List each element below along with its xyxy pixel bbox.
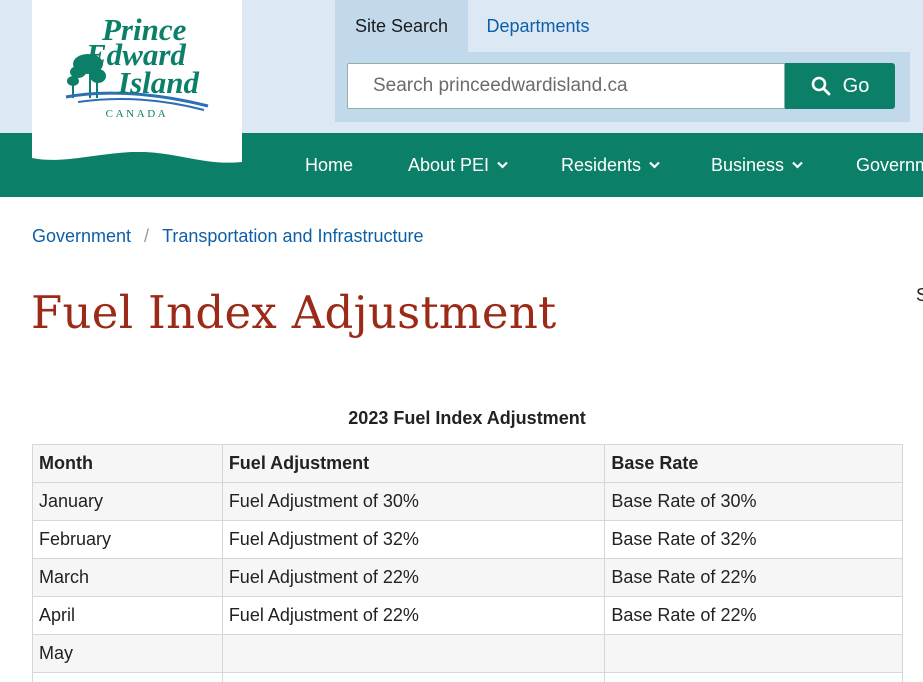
go-button-label: Go xyxy=(842,74,870,97)
column-header-month: Month xyxy=(32,444,223,483)
table-cell-month: May xyxy=(32,634,223,673)
table-row: May xyxy=(32,634,903,673)
page-title: Fuel Index Adjustment xyxy=(31,286,557,339)
tab-site-search[interactable]: Site Search xyxy=(335,0,468,52)
nav-item-business[interactable]: Business xyxy=(711,133,803,197)
logo-line-island: Island xyxy=(117,65,199,100)
table-cell-month: January xyxy=(32,482,223,521)
table-cell-fuel-adjustment: Fuel Adjustment of 22% xyxy=(221,558,606,597)
table-cell-fuel-adjustment: Fuel Adjustment of 30% xyxy=(221,482,606,521)
column-header-fuel-adjustment: Fuel Adjustment xyxy=(221,444,606,483)
fuel-index-table: Month Fuel Adjustment Base Rate January … xyxy=(32,444,903,682)
breadcrumb-link-government[interactable]: Government xyxy=(32,226,131,247)
table-cell-month: April xyxy=(32,596,223,635)
nav-item-residents[interactable]: Residents xyxy=(561,133,660,197)
chevron-down-icon xyxy=(497,161,508,169)
search-input[interactable] xyxy=(347,63,785,109)
column-header-base-rate: Base Rate xyxy=(604,444,903,483)
nav-item-label: About PEI xyxy=(408,155,490,175)
breadcrumb-separator: / xyxy=(144,225,150,246)
table-cell-fuel-adjustment xyxy=(221,634,606,673)
chevron-down-icon xyxy=(649,161,660,169)
clipped-sidebar-text: S xyxy=(916,285,923,305)
table-row: March Fuel Adjustment of 22% Base Rate o… xyxy=(32,558,903,597)
table-cell-base-rate xyxy=(604,672,903,682)
table-cell-month: March xyxy=(32,558,223,597)
search-icon xyxy=(811,76,831,96)
nav-item-label: Business xyxy=(711,155,785,175)
table-row xyxy=(32,672,903,682)
tab-departments[interactable]: Departments xyxy=(468,0,608,52)
table-row: January Fuel Adjustment of 30% Base Rate… xyxy=(32,482,903,521)
table-cell-base-rate: Base Rate of 30% xyxy=(604,482,903,521)
table-caption: 2023 Fuel Index Adjustment xyxy=(348,408,586,428)
table-cell-base-rate: Base Rate of 32% xyxy=(604,520,903,559)
table-cell-base-rate xyxy=(604,634,903,673)
table-cell-month: February xyxy=(32,520,223,559)
nav-item-label: Residents xyxy=(561,155,642,175)
go-button[interactable]: Go xyxy=(785,63,895,109)
breadcrumb-link-transportation[interactable]: Transportation and Infrastructure xyxy=(162,226,423,247)
table-cell-fuel-adjustment: Fuel Adjustment of 22% xyxy=(221,596,606,635)
table-cell-month xyxy=(32,672,223,682)
chevron-down-icon xyxy=(792,161,803,169)
table-cell-fuel-adjustment xyxy=(221,672,606,682)
pei-logo[interactable]: Prince Edward Island CANADA xyxy=(32,0,242,152)
table-row: April Fuel Adjustment of 22% Base Rate o… xyxy=(32,596,903,635)
nav-item-label: Home xyxy=(305,155,354,175)
table-cell-base-rate: Base Rate of 22% xyxy=(604,558,903,597)
page: Prince Edward Island CANADA Site Search … xyxy=(0,0,923,682)
table-header-row: Month Fuel Adjustment Base Rate xyxy=(32,444,903,483)
logo-wave-shape xyxy=(32,140,242,163)
nav-item-home[interactable]: Home xyxy=(305,133,353,197)
table-cell-fuel-adjustment: Fuel Adjustment of 32% xyxy=(221,520,606,559)
table-cell-base-rate: Base Rate of 22% xyxy=(604,596,903,635)
nav-item-about-pei[interactable]: About PEI xyxy=(408,133,508,197)
nav-item-label: Governm xyxy=(856,155,923,175)
table-row: February Fuel Adjustment of 32% Base Rat… xyxy=(32,520,903,559)
logo-country: CANADA xyxy=(105,108,169,120)
breadcrumb: Government / Transportation and Infrastr… xyxy=(32,225,424,247)
nav-item-government[interactable]: Governm xyxy=(856,133,923,197)
